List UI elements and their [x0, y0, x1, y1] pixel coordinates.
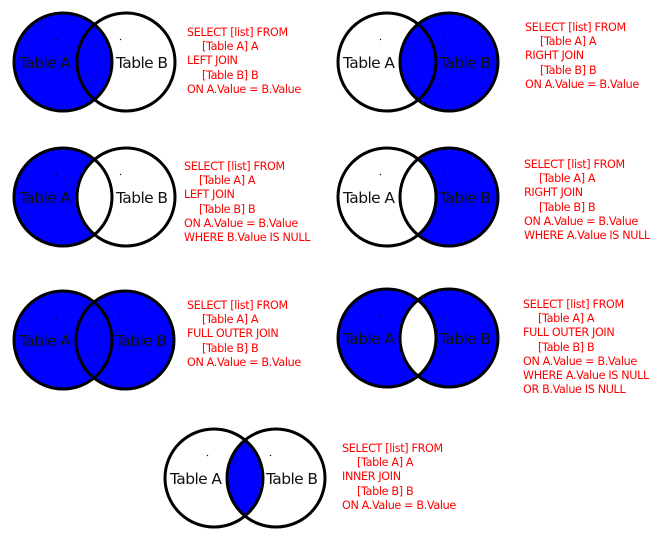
- sql-line: FULL OUTER JOIN: [523, 326, 615, 340]
- label-table-b: Table B: [438, 330, 490, 348]
- label-table-a: Table A: [18, 54, 71, 72]
- tick-mark-a: [379, 314, 382, 317]
- sql-line: INNER JOIN: [342, 470, 401, 484]
- tick-mark-a: [379, 173, 382, 176]
- sql-line: [Table B] B: [539, 200, 596, 214]
- tick-mark-a: [55, 173, 58, 176]
- sql-line: ON A.Value = B.Value: [184, 216, 298, 230]
- sql-line: [Table B] B: [540, 63, 597, 77]
- sql-line: [Table A] A: [199, 174, 256, 188]
- venn-left-join-exclusive: Table A Table B: [12, 146, 177, 248]
- sql-line: SELECT [list] FROM: [524, 158, 625, 171]
- venn-right-join-exclusive: Table A Table B: [336, 146, 500, 248]
- sql-code-full-outer-join: SELECT [list] FROM [Table A] A FULL OUTER …: [187, 299, 301, 370]
- tick-mark-b: [119, 38, 122, 41]
- tick-mark-b: [118, 316, 121, 319]
- sql-line: ON A.Value = B.Value: [187, 355, 301, 369]
- tick-mark-b: [442, 173, 445, 176]
- sql-line: [Table A] A: [202, 313, 259, 327]
- label-table-a: Table A: [342, 189, 395, 207]
- label-table-b: Table B: [115, 189, 167, 207]
- sql-line: ON A.Value = B.Value: [342, 498, 456, 512]
- label-table-b: Table B: [265, 470, 317, 488]
- sql-code-left-join-exclusive: SELECT [list] FROM [Table A] A LEFT JOIN [T…: [184, 160, 310, 245]
- sql-line: [Table A] A: [202, 40, 259, 54]
- label-table-a: Table A: [169, 470, 222, 488]
- sql-code-full-outer-join-exclusive: SELECT [list] FROM [Table A] A FULL OUTER …: [523, 298, 649, 397]
- label-table-b: Table B: [114, 332, 166, 350]
- sql-joins-venn-diagram: Table A Table B Table A Table B Table A Table…: [0, 0, 665, 544]
- tick-mark-b: [269, 454, 272, 457]
- sql-line: [Table B] B: [202, 341, 259, 355]
- sql-line: [Table B] B: [357, 484, 414, 498]
- sql-line: [Table B] B: [202, 68, 259, 82]
- label-table-b: Table B: [438, 54, 490, 72]
- tick-mark-a: [55, 316, 58, 319]
- label-table-a: Table A: [342, 54, 395, 72]
- venn-right-join: Table A Table B: [336, 11, 500, 113]
- label-table-a: Table A: [342, 330, 395, 348]
- sql-line: SELECT [list] FROM: [187, 26, 288, 39]
- sql-line: ON A.Value = B.Value: [525, 77, 639, 91]
- sql-line: ON A.Value = B.Value: [524, 214, 638, 228]
- tick-mark-b: [442, 38, 445, 41]
- venn-full-outer-join: Table A Table B: [12, 289, 176, 391]
- label-table-a: Table A: [18, 189, 71, 207]
- sql-line: OR B.Value IS NULL: [523, 383, 626, 397]
- sql-line: [Table A] A: [538, 312, 595, 326]
- label-table-b: Table B: [115, 54, 167, 72]
- sql-line: [Table A] A: [540, 35, 597, 49]
- sql-line: SELECT [list] FROM: [184, 160, 285, 173]
- sql-line: SELECT [list] FROM: [523, 298, 624, 311]
- venn-left-join: Table A Table B: [12, 11, 177, 113]
- sql-line: SELECT [list] FROM: [525, 21, 626, 34]
- sql-line: SELECT [list] FROM: [187, 299, 288, 312]
- tick-mark-a: [55, 38, 58, 41]
- sql-line: [Table A] A: [539, 172, 596, 186]
- sql-code-inner-join: SELECT [list] FROM [Table A] A INNER JOIN[…: [342, 442, 456, 513]
- label-table-b: Table B: [438, 189, 490, 207]
- sql-line: RIGHT JOIN: [525, 49, 584, 63]
- sql-line: WHERE A.Value IS NULL: [524, 229, 650, 243]
- sql-code-right-join: SELECT [list] FROM [Table A] A RIGHT JOIN[…: [525, 21, 639, 92]
- sql-line: [Table A] A: [357, 456, 414, 470]
- tick-mark-a: [206, 454, 209, 457]
- venn-inner-join: Table A Table B: [163, 427, 327, 529]
- sql-line: ON A.Value = B.Value: [523, 354, 637, 368]
- sql-line: LEFT JOIN: [187, 54, 238, 68]
- sql-code-left-join: SELECT [list] FROM [Table A] A LEFT JOIN [T…: [187, 26, 301, 97]
- label-table-a: Table A: [18, 332, 71, 350]
- tick-mark-a: [379, 38, 382, 41]
- sql-line: SELECT [list] FROM: [342, 442, 443, 455]
- tick-mark-b: [119, 173, 122, 176]
- sql-line: WHERE B.Value IS NULL: [184, 231, 311, 245]
- venn-full-outer-join-exclusive: Table A Table B: [336, 287, 500, 389]
- sql-line: [Table B] B: [538, 340, 595, 354]
- sql-line: LEFT JOIN: [184, 188, 235, 202]
- sql-line: ON A.Value = B.Value: [187, 82, 301, 96]
- sql-line: RIGHT JOIN: [524, 186, 583, 200]
- sql-code-right-join-exclusive: SELECT [list] FROM [Table A] A RIGHT JOIN[…: [524, 158, 650, 243]
- sql-line: FULL OUTER JOIN: [187, 327, 279, 341]
- sql-line: [Table B] B: [199, 202, 256, 216]
- tick-mark-b: [442, 314, 445, 317]
- sql-line: WHERE A.Value IS NULL: [523, 369, 649, 383]
